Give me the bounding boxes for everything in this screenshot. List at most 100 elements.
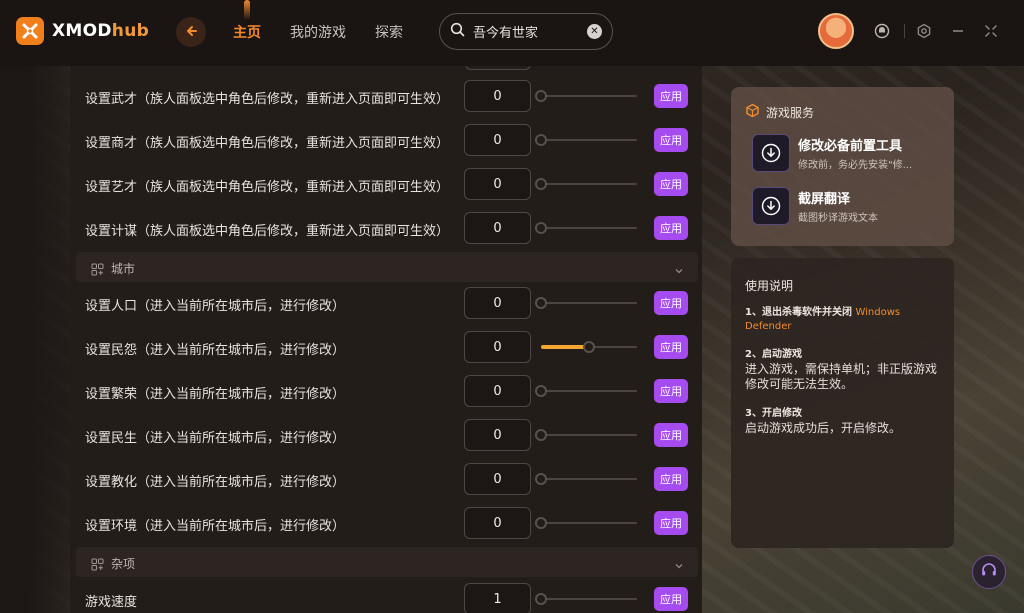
apply-button[interactable]: 应用 [654,291,688,315]
service-item-prerequisite-tool[interactable]: 修改必备前置工具 修改前，务必先安装"修... [752,134,942,172]
setting-label: 设置人口（进入当前所在城市后，进行修改） [85,299,346,314]
search-box[interactable]: 吾今有世家 ✕ [439,13,613,50]
value-slider[interactable] [535,177,639,191]
value-input[interactable]: 0 [464,375,531,407]
setting-row: 设置艺才（族人面板选中角色后修改，重新进入页面即可生效） 0 应用 [70,163,702,207]
headset-icon [980,561,998,583]
nav-home[interactable]: 主页 [233,22,261,42]
apply-button[interactable]: 应用 [654,587,688,611]
service-title: 截屏翻译 [798,192,851,207]
value-slider[interactable] [535,516,639,530]
step-title: 3、开启修改 [745,408,802,419]
slider-knob[interactable] [535,222,547,234]
value-slider[interactable] [535,89,639,103]
apply-button[interactable]: 应用 [654,423,688,447]
section-header-city[interactable]: 城市 [76,252,698,282]
slider-knob[interactable] [535,297,547,309]
setting-label: 设置商才（族人面板选中角色后修改，重新进入页面即可生效） [85,136,450,151]
notification-icon[interactable] [873,22,891,40]
section-header-misc[interactable]: 杂项 [76,547,698,577]
value-input[interactable]: 0 [464,80,531,112]
step-body: 启动游戏成功后，开启修改。 [745,421,902,435]
nav-explore[interactable]: 探索 [375,22,403,42]
settings-panel[interactable]: 设置武才（族人面板选中角色后修改，重新进入页面即可生效） 0 应用 设置商才（族… [70,66,702,613]
apply-button[interactable]: 应用 [654,467,688,491]
slider-knob[interactable] [535,90,547,102]
search-input[interactable]: 吾今有世家 [473,22,587,41]
setting-label: 设置艺才（族人面板选中角色后修改，重新进入页面即可生效） [85,180,450,195]
value-slider[interactable] [535,592,639,606]
setting-label: 设置武才（族人面板选中角色后修改，重新进入页面即可生效） [85,92,450,107]
download-icon [752,134,790,172]
step-body: 进入游戏，需保持单机；非正版游戏修改可能无法生效。 [745,362,938,391]
apply-button[interactable]: 应用 [654,172,688,196]
instructions-card: 使用说明 1、退出杀毒软件并关闭 Windows Defender 2、启动游戏… [731,258,954,548]
grid-icon [91,261,104,276]
value-slider[interactable] [535,296,639,310]
setting-row: 设置商才（族人面板选中角色后修改，重新进入页面即可生效） 0 应用 [70,119,702,163]
slider-knob[interactable] [535,473,547,485]
value-input[interactable]: 1 [464,583,531,613]
value-input[interactable]: 0 [464,212,531,244]
slider-knob[interactable] [535,385,547,397]
service-title: 修改必备前置工具 [798,139,903,154]
apply-button[interactable]: 应用 [654,379,688,403]
apply-button[interactable]: 应用 [654,128,688,152]
arrow-left-icon [184,23,198,42]
setting-label: 设置民怨（进入当前所在城市后，进行修改） [85,343,346,358]
value-slider[interactable] [535,428,639,442]
close-window-icon[interactable] [982,22,1000,40]
setting-row: 设置武才（族人面板选中角色后修改，重新进入页面即可生效） 0 应用 [70,75,702,119]
setting-label: 设置教化（进入当前所在城市后，进行修改） [85,475,346,490]
value-slider[interactable] [535,133,639,147]
slider-knob[interactable] [535,178,547,190]
setting-label: 设置繁荣（进入当前所在城市后，进行修改） [85,387,346,402]
apply-button[interactable]: 应用 [654,511,688,535]
service-subtitle: 截图秒译游戏文本 [798,213,878,224]
value-slider[interactable] [535,340,639,354]
game-services-card: 游戏服务 修改必备前置工具 修改前，务必先安装"修... 截屏翻译 截图秒译游戏… [731,87,954,246]
chevron-down-icon[interactable] [674,261,684,274]
app-logo[interactable]: XMODhub [16,17,149,45]
search-icon [450,22,465,41]
customer-support-button[interactable] [972,555,1006,589]
value-slider[interactable] [535,472,639,486]
value-slider[interactable] [535,221,639,235]
settings-icon[interactable] [915,22,933,40]
step-title: 1、退出杀毒软件并关闭 [745,307,852,318]
services-title: 游戏服务 [766,106,815,120]
service-item-screenshot-translate[interactable]: 截屏翻译 截图秒译游戏文本 [752,187,942,225]
slider-knob[interactable] [535,517,547,529]
slider-knob[interactable] [535,429,547,441]
value-slider[interactable] [535,384,639,398]
value-input[interactable]: 0 [464,331,531,363]
chevron-down-icon[interactable] [674,556,684,569]
value-input[interactable]: 0 [464,168,531,200]
value-input[interactable]: 0 [464,419,531,451]
setting-label: 设置计谋（族人面板选中角色后修改，重新进入页面即可生效） [85,224,450,239]
slider-knob[interactable] [535,134,547,146]
app-logo-text: XMODhub [52,21,150,41]
slider-knob[interactable] [535,593,547,605]
nav-my-games[interactable]: 我的游戏 [290,22,346,42]
download-icon [752,187,790,225]
apply-button[interactable]: 应用 [654,216,688,240]
value-input[interactable]: 0 [464,124,531,156]
close-icon[interactable]: ✕ [587,24,602,39]
value-input[interactable]: 0 [464,463,531,495]
divider [904,24,905,38]
grid-icon [91,556,104,571]
service-subtitle: 修改前，务必先安装"修... [798,160,913,171]
minimize-icon[interactable] [949,22,967,40]
top-bar: XMODhub 主页 我的游戏 探索 吾今有世家 ✕ [0,0,1024,66]
apply-button[interactable]: 应用 [654,84,688,108]
instructions-title: 使用说明 [745,279,794,293]
value-input[interactable]: 0 [464,507,531,539]
slider-knob[interactable] [583,341,595,353]
setting-row: 设置环境（进入当前所在城市后，进行修改） 0 应用 [70,502,702,546]
value-input[interactable]: 0 [464,287,531,319]
box-icon [745,103,760,122]
avatar[interactable] [818,13,854,49]
back-button[interactable] [176,17,206,47]
apply-button[interactable]: 应用 [654,335,688,359]
